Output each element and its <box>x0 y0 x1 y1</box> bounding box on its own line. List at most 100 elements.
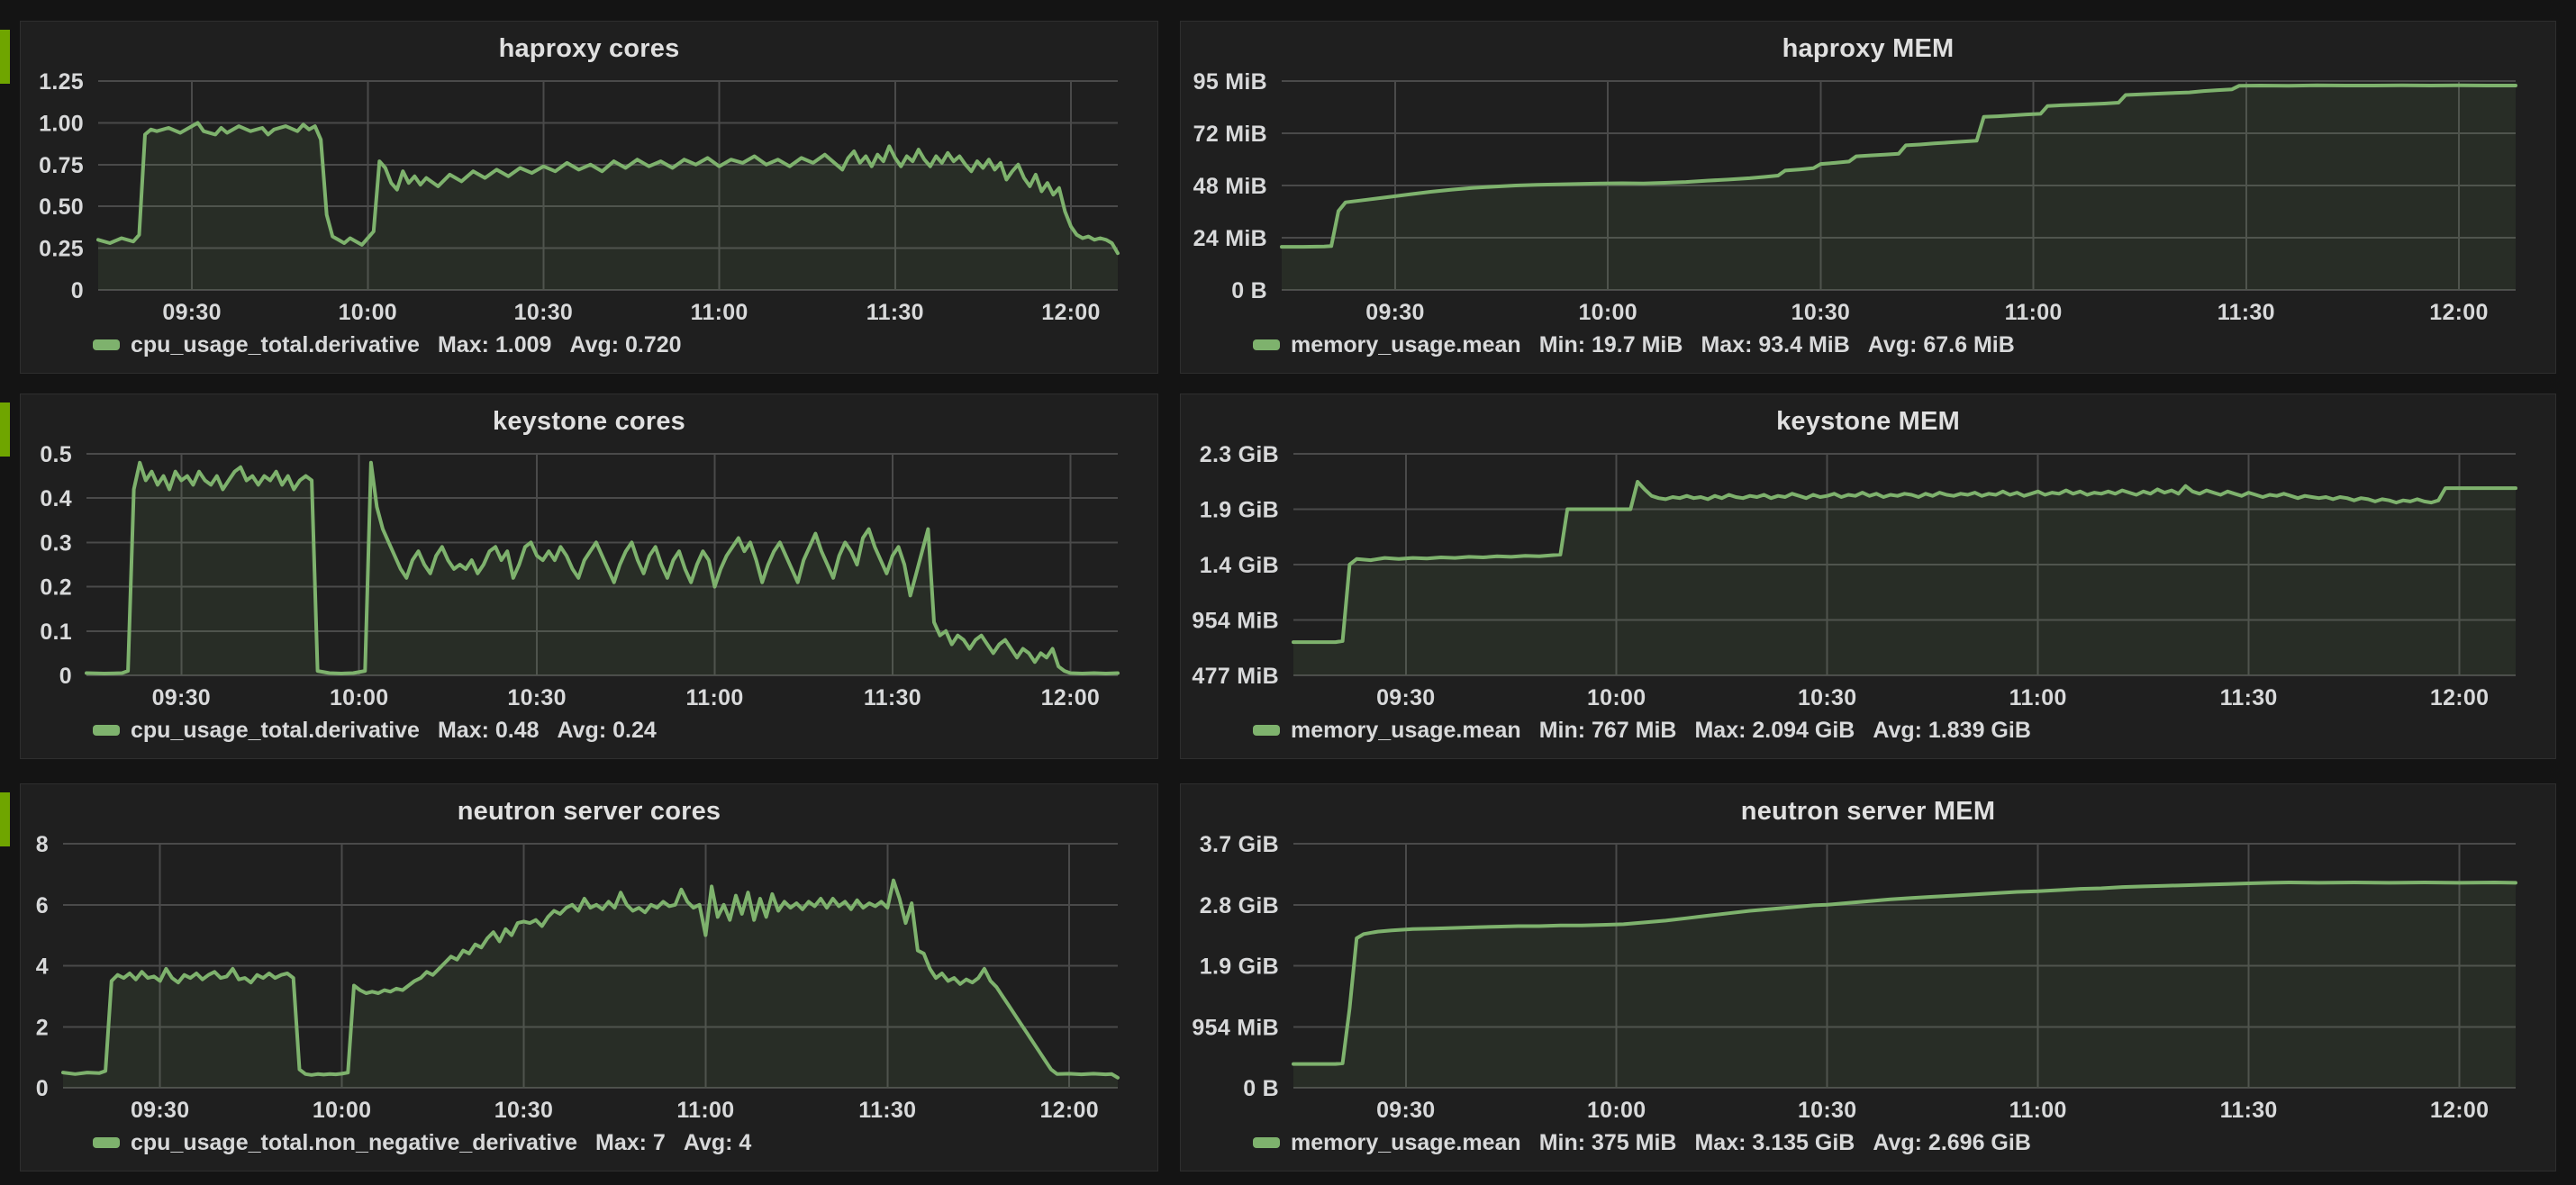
legend-stat-min: Min: 19.7 MiB <box>1539 332 1683 358</box>
svg-text:0: 0 <box>59 664 72 689</box>
svg-text:72 MiB: 72 MiB <box>1193 122 1267 147</box>
legend-stat-avg: Avg: 1.839 GiB <box>1873 718 2031 744</box>
timeseries-plot: 0 B24 MiB48 MiB72 MiB95 MiB09:3010:0010:… <box>1181 68 2555 328</box>
dashboard-row-3: neutron server cores 0246809:3010:0010:3… <box>0 783 2576 1171</box>
svg-text:11:00: 11:00 <box>685 685 743 710</box>
dashboard-row-2: keystone cores 00.10.20.30.40.509:3010:0… <box>0 393 2576 759</box>
timeseries-plot: 0246809:3010:0010:3011:0011:3012:00 <box>21 831 1157 1126</box>
svg-text:0 B: 0 B <box>1243 1076 1279 1101</box>
svg-text:10:00: 10:00 <box>1587 685 1646 710</box>
panel-title[interactable]: haproxy cores <box>21 22 1157 68</box>
svg-text:11:30: 11:30 <box>864 685 921 710</box>
legend-stat-avg: Avg: 2.696 GiB <box>1873 1130 2031 1156</box>
panel-neutron-server-cores: neutron server cores 0246809:3010:0010:3… <box>20 783 1158 1171</box>
panel-keystone-cores: keystone cores 00.10.20.30.40.509:3010:0… <box>20 393 1158 759</box>
svg-text:48 MiB: 48 MiB <box>1193 174 1267 199</box>
svg-text:11:30: 11:30 <box>2220 1098 2278 1123</box>
svg-text:09:30: 09:30 <box>1376 685 1435 710</box>
panel-title[interactable]: keystone MEM <box>1181 394 2555 441</box>
svg-text:12:00: 12:00 <box>1041 685 1100 710</box>
legend-stat-avg: Avg: 67.6 MiB <box>1868 332 2015 358</box>
svg-text:10:00: 10:00 <box>1587 1098 1646 1123</box>
svg-text:10:00: 10:00 <box>330 685 388 710</box>
svg-text:1.25: 1.25 <box>39 69 84 95</box>
chart-legend: cpu_usage_total.derivative Max: 1.009 Av… <box>21 328 1157 373</box>
svg-text:11:30: 11:30 <box>866 300 924 325</box>
svg-text:477 MiB: 477 MiB <box>1192 664 1279 689</box>
timeseries-plot: 00.10.20.30.40.509:3010:0010:3011:0011:3… <box>21 441 1157 713</box>
chart-legend: cpu_usage_total.non_negative_derivative … <box>21 1126 1157 1171</box>
svg-text:12:00: 12:00 <box>1039 1098 1098 1123</box>
svg-text:8: 8 <box>36 832 49 857</box>
legend-color-swatch[interactable] <box>93 725 120 736</box>
svg-text:1.9 GiB: 1.9 GiB <box>1200 954 1279 980</box>
svg-text:10:00: 10:00 <box>313 1098 371 1123</box>
legend-stat-max: Max: 93.4 MiB <box>1701 332 1849 358</box>
legend-color-swatch[interactable] <box>93 339 120 350</box>
legend-stat-avg: Avg: 4 <box>684 1130 751 1156</box>
panel-haproxy-mem: haproxy MEM 0 B24 MiB48 MiB72 MiB95 MiB0… <box>1180 21 2556 374</box>
svg-text:4: 4 <box>36 954 49 980</box>
svg-text:12:00: 12:00 <box>2429 300 2488 325</box>
chart-legend: cpu_usage_total.derivative Max: 0.48 Avg… <box>21 713 1157 758</box>
svg-text:1.9 GiB: 1.9 GiB <box>1200 498 1279 523</box>
legend-color-swatch[interactable] <box>1253 725 1280 736</box>
chart-canvas[interactable]: 0 B24 MiB48 MiB72 MiB95 MiB09:3010:0010:… <box>1181 68 2555 328</box>
row-toggle-indicator[interactable] <box>0 792 10 846</box>
svg-text:12:00: 12:00 <box>1041 300 1100 325</box>
timeseries-plot: 477 MiB954 MiB1.4 GiB1.9 GiB2.3 GiB09:30… <box>1181 441 2555 713</box>
legend-stat-max: Max: 7 <box>595 1130 666 1156</box>
svg-text:10:30: 10:30 <box>1798 1098 1856 1123</box>
legend-series-name[interactable]: memory_usage.mean <box>1291 718 1521 744</box>
svg-text:10:30: 10:30 <box>1798 685 1856 710</box>
chart-canvas[interactable]: 00.10.20.30.40.509:3010:0010:3011:0011:3… <box>21 441 1157 713</box>
legend-series-name[interactable]: memory_usage.mean <box>1291 1130 1521 1156</box>
svg-text:10:30: 10:30 <box>494 1098 553 1123</box>
legend-stat-max: Max: 3.135 GiB <box>1694 1130 1855 1156</box>
svg-text:09:30: 09:30 <box>131 1098 189 1123</box>
chart-legend: memory_usage.mean Min: 375 MiB Max: 3.13… <box>1181 1126 2555 1171</box>
legend-series-name[interactable]: cpu_usage_total.non_negative_derivative <box>131 1130 577 1156</box>
legend-series-name[interactable]: cpu_usage_total.derivative <box>131 332 420 358</box>
panel-title[interactable]: keystone cores <box>21 394 1157 441</box>
svg-text:0.2: 0.2 <box>40 575 72 601</box>
svg-text:0.3: 0.3 <box>40 530 72 556</box>
dashboard-row-1: haproxy cores 00.250.500.751.001.2509:30… <box>0 21 2576 374</box>
legend-stat-min: Min: 375 MiB <box>1539 1130 1677 1156</box>
legend-color-swatch[interactable] <box>1253 1137 1280 1148</box>
svg-text:09:30: 09:30 <box>1376 1098 1435 1123</box>
row-toggle-indicator[interactable] <box>0 30 10 84</box>
chart-canvas[interactable]: 00.250.500.751.001.2509:3010:0010:3011:0… <box>21 68 1157 328</box>
timeseries-plot: 0 B954 MiB1.9 GiB2.8 GiB3.7 GiB09:3010:0… <box>1181 831 2555 1126</box>
chart-canvas[interactable]: 0246809:3010:0010:3011:0011:3012:00 <box>21 831 1157 1126</box>
svg-text:1.4 GiB: 1.4 GiB <box>1200 553 1279 578</box>
timeseries-plot: 00.250.500.751.001.2509:3010:0010:3011:0… <box>21 68 1157 328</box>
legend-color-swatch[interactable] <box>1253 339 1280 350</box>
legend-color-swatch[interactable] <box>93 1137 120 1148</box>
svg-text:11:30: 11:30 <box>2220 685 2278 710</box>
svg-text:0 B: 0 B <box>1231 278 1267 303</box>
panel-title[interactable]: neutron server MEM <box>1181 784 2555 831</box>
svg-text:11:30: 11:30 <box>858 1098 916 1123</box>
svg-text:10:00: 10:00 <box>339 300 397 325</box>
svg-text:0.50: 0.50 <box>39 194 84 220</box>
chart-legend: memory_usage.mean Min: 767 MiB Max: 2.09… <box>1181 713 2555 758</box>
chart-canvas[interactable]: 0 B954 MiB1.9 GiB2.8 GiB3.7 GiB09:3010:0… <box>1181 831 2555 1126</box>
svg-text:0.4: 0.4 <box>40 486 72 511</box>
legend-series-name[interactable]: memory_usage.mean <box>1291 332 1521 358</box>
svg-text:3.7 GiB: 3.7 GiB <box>1200 832 1279 857</box>
chart-canvas[interactable]: 477 MiB954 MiB1.4 GiB1.9 GiB2.3 GiB09:30… <box>1181 441 2555 713</box>
svg-text:0: 0 <box>36 1076 49 1101</box>
panel-keystone-mem: keystone MEM 477 MiB954 MiB1.4 GiB1.9 Gi… <box>1180 393 2556 759</box>
legend-stat-min: Min: 767 MiB <box>1539 718 1677 744</box>
svg-text:6: 6 <box>36 893 49 918</box>
row-toggle-indicator[interactable] <box>0 403 10 457</box>
panel-title[interactable]: neutron server cores <box>21 784 1157 831</box>
chart-legend: memory_usage.mean Min: 19.7 MiB Max: 93.… <box>1181 328 2555 373</box>
svg-text:95 MiB: 95 MiB <box>1193 69 1267 95</box>
svg-text:0.75: 0.75 <box>39 153 84 178</box>
legend-stat-max: Max: 2.094 GiB <box>1694 718 1855 744</box>
svg-text:0: 0 <box>71 278 84 303</box>
panel-title[interactable]: haproxy MEM <box>1181 22 2555 68</box>
legend-series-name[interactable]: cpu_usage_total.derivative <box>131 718 420 744</box>
